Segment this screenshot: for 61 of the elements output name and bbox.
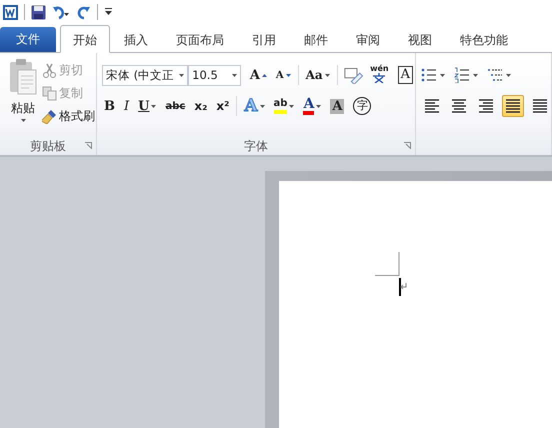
ribbon-tab[interactable]: 开始 xyxy=(60,25,110,53)
change-case-button[interactable]: Aa xyxy=(304,64,332,86)
clear-format-icon[interactable] xyxy=(342,66,364,84)
numbered-list-button[interactable] xyxy=(454,67,478,83)
superscript-button[interactable]: x² xyxy=(214,95,232,117)
align-justify-button[interactable] xyxy=(502,95,524,117)
group-label: 剪贴板 xyxy=(30,138,66,154)
ribbon-tab[interactable]: 插入 xyxy=(110,28,162,53)
caret-icon[interactable] xyxy=(506,74,511,76)
text-cursor xyxy=(399,278,401,296)
enclose-character-button[interactable]: 字 xyxy=(351,95,374,117)
caret-icon[interactable] xyxy=(316,104,322,108)
ribbon-tab[interactable]: 页面布局 xyxy=(162,28,238,53)
highlight-button[interactable]: ab xyxy=(272,95,296,117)
caret-icon[interactable] xyxy=(324,74,330,76)
ribbon-tab[interactable]: 引用 xyxy=(238,28,290,53)
dialog-launcher-icon[interactable] xyxy=(404,142,411,149)
ribbon-tab[interactable]: 审阅 xyxy=(342,28,394,53)
caret-icon[interactable] xyxy=(260,104,265,108)
clipboard-icon[interactable] xyxy=(8,58,38,96)
arrow-down-icon[interactable] xyxy=(286,74,291,76)
caret-icon[interactable] xyxy=(232,74,237,76)
caret-icon[interactable] xyxy=(179,74,184,76)
italic-button[interactable]: I xyxy=(122,95,132,117)
character-border-button[interactable]: A xyxy=(396,64,416,86)
ribbon-tab[interactable]: 视图 xyxy=(394,28,446,53)
phonetic-guide-button[interactable]: wén xyxy=(368,64,391,86)
subscript-button[interactable]: x₂ xyxy=(192,95,210,117)
caret-icon[interactable] xyxy=(473,74,478,76)
multilevel-list-button[interactable] xyxy=(487,67,511,83)
redo-icon[interactable] xyxy=(76,4,91,20)
strikethrough-button[interactable]: abc xyxy=(163,95,188,117)
dialog-launcher-icon[interactable] xyxy=(85,142,92,149)
font-size-field[interactable]: 10.5 xyxy=(188,64,241,86)
caret-icon[interactable] xyxy=(20,119,26,122)
bullet-list-button[interactable] xyxy=(421,67,445,83)
shrink-font-button[interactable]: A xyxy=(274,64,293,86)
file-tab[interactable]: 文件 xyxy=(0,27,56,52)
group-label: 字体 xyxy=(244,138,268,154)
caret-icon[interactable] xyxy=(289,104,294,108)
brush-icon xyxy=(42,108,57,124)
brush-button[interactable]: 格式刷 xyxy=(42,107,95,125)
bold-button[interactable]: B xyxy=(102,95,117,117)
font-color-button[interactable]: A xyxy=(301,95,324,117)
arrow-up-icon[interactable] xyxy=(262,74,267,76)
underline-button[interactable]: U xyxy=(136,95,158,117)
character-icon[interactable] xyxy=(372,73,386,83)
margin-corner-icon xyxy=(375,252,401,278)
scissors-icon xyxy=(42,62,57,78)
undo-icon[interactable] xyxy=(52,4,70,20)
paste-button[interactable]: 粘贴 xyxy=(6,58,40,137)
save-icon[interactable] xyxy=(31,4,46,20)
ribbon-tab[interactable]: 特色功能 xyxy=(446,28,522,53)
caret-icon[interactable] xyxy=(151,104,156,108)
grow-font-button[interactable]: A xyxy=(248,64,269,86)
copy-icon xyxy=(42,86,57,100)
ribbon-tab[interactable]: 邮件 xyxy=(290,28,342,53)
paragraph-mark-icon xyxy=(400,283,407,289)
word-app-icon[interactable] xyxy=(3,4,18,20)
font-name-field[interactable]: 宋体 (中文正 xyxy=(102,64,188,86)
caret-icon[interactable] xyxy=(440,74,445,76)
